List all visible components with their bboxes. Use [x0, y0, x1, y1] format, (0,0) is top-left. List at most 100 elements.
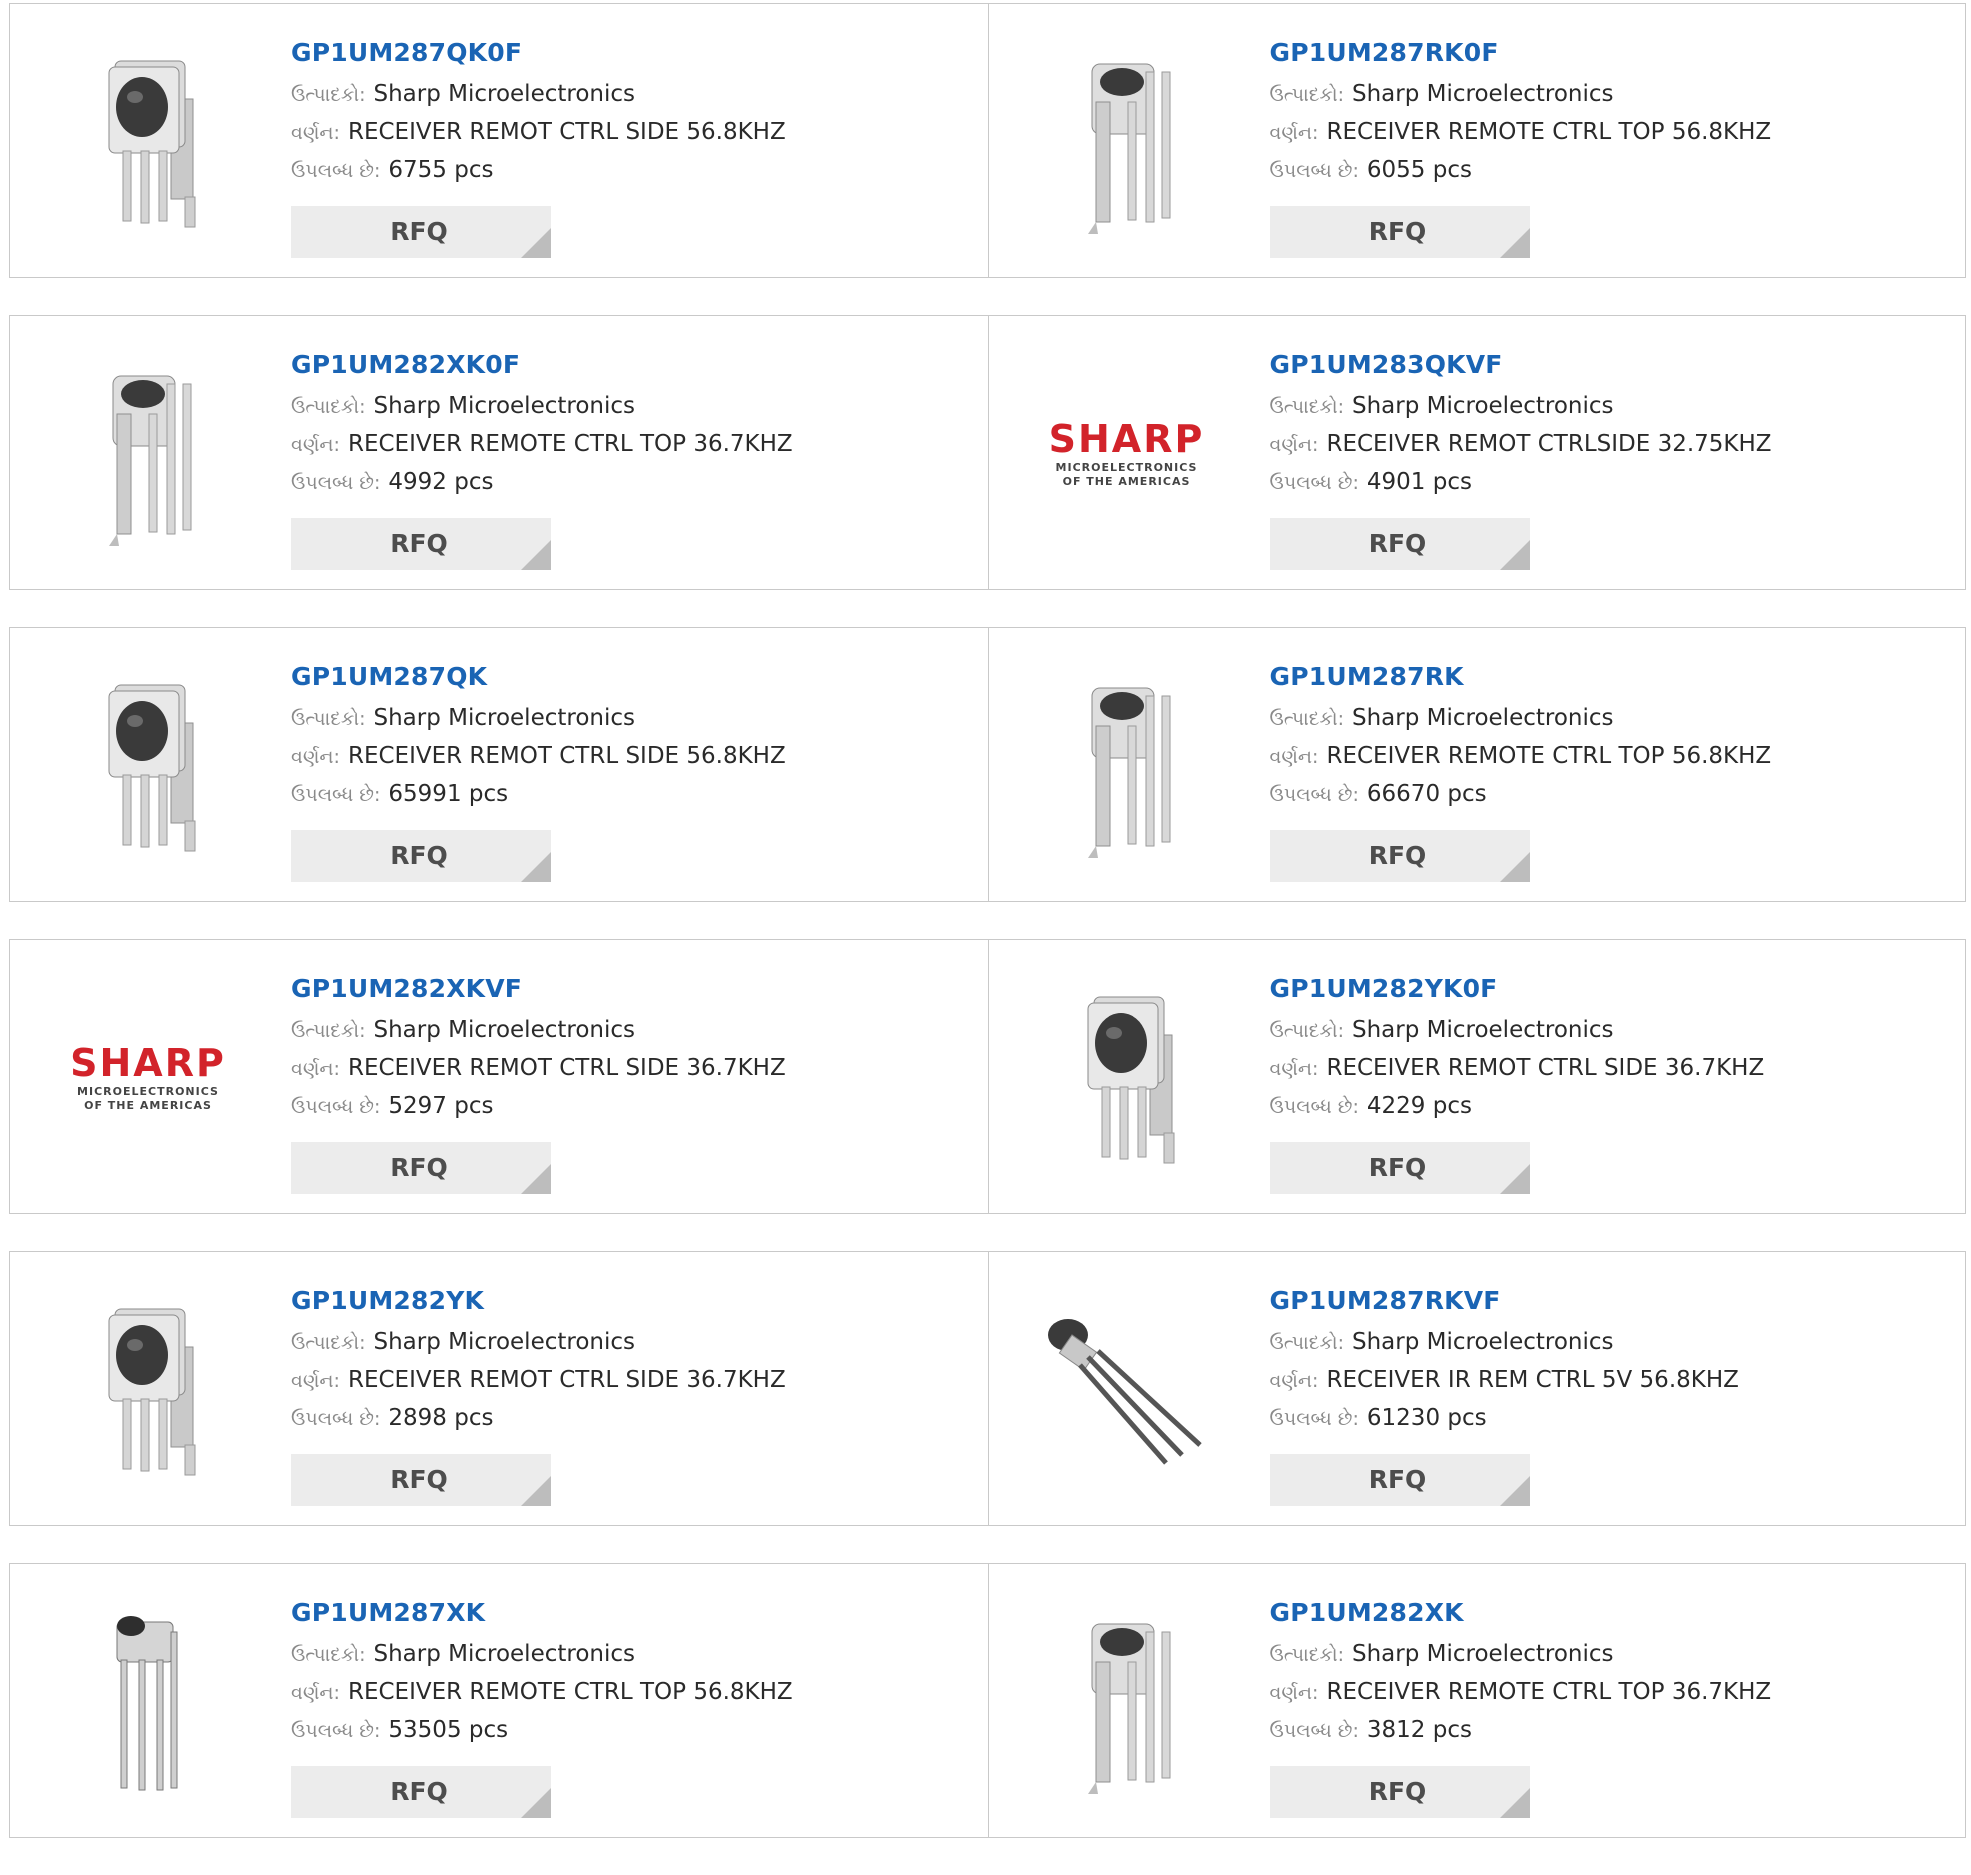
part-number-link[interactable]: GP1UM287RK0F	[1270, 36, 1956, 70]
part-number-link[interactable]: GP1UM282XKVF	[291, 972, 978, 1006]
corner-triangle-icon	[521, 1476, 551, 1506]
rfq-label: RFQ	[390, 841, 448, 870]
product-card: GP1UM287XK ઉત્પાદકો: Sharp Microelectronic…	[10, 1564, 988, 1837]
description-value: RECEIVER REMOTE CTRL TOP 36.7KHZ	[347, 431, 793, 457]
description-label: વર્ણન:	[291, 122, 340, 144]
sharp-logo-brand: SHARP	[1048, 417, 1205, 461]
stock-value: 4992 pcs	[388, 469, 494, 495]
sharp-logo-brand: SHARP	[70, 1041, 226, 1085]
rfq-button[interactable]: RFQ	[1269, 206, 1530, 258]
product-card: GP1UM287QK0F ઉત્પાદકો: Sharp Microelectron…	[10, 4, 988, 277]
part-number-link[interactable]: GP1UM287XK	[291, 1596, 978, 1630]
description-label: વર્ણન:	[1269, 1370, 1319, 1392]
product-image-link[interactable]	[48, 1290, 248, 1490]
product-image-link[interactable]	[1027, 1602, 1227, 1802]
product-info: GP1UM287QK ઉત્પાદકો: Sharp Microelectronic…	[291, 660, 978, 814]
ir-receiver-top-icon	[1052, 666, 1202, 866]
product-card: GP1UM282XK0F ઉત્પાદકો: Sharp Microelectron…	[10, 316, 988, 589]
manufacturer-value: Sharp Microelectronics	[373, 393, 635, 419]
stock-label: ઉપલબ્ધ છે:	[291, 1720, 381, 1742]
manufacturer-value: Sharp Microelectronics	[1351, 705, 1614, 731]
rfq-button[interactable]: RFQ	[291, 206, 551, 258]
description-value: RECEIVER REMOTE CTRL TOP 56.8KHZ	[1326, 119, 1772, 145]
manufacturer-value: Sharp Microelectronics	[373, 705, 635, 731]
part-number-link[interactable]: GP1UM287QK	[291, 660, 978, 694]
part-number-link[interactable]: GP1UM282YK	[291, 1284, 978, 1318]
ir-receiver-side-icon	[73, 47, 223, 237]
stock-label: ઉપલબ્ધ છે:	[1269, 1408, 1359, 1430]
description-line: વર્ણન: RECEIVER REMOT CTRLSIDE 32.75KHZ	[1270, 426, 1956, 464]
product-row: GP1UM282YK ઉત્પાદકો: Sharp Microelectronic…	[9, 1251, 1966, 1526]
description-label: વર્ણન:	[1269, 122, 1319, 144]
ir-receiver-top-icon	[1052, 1602, 1202, 1802]
rfq-button[interactable]: RFQ	[291, 1454, 551, 1506]
stock-label: ઉપલબ્ધ છે:	[291, 784, 381, 806]
product-image-link[interactable]	[1027, 978, 1227, 1178]
part-number-link[interactable]: GP1UM287QK0F	[291, 36, 978, 70]
product-image-link[interactable]	[48, 1602, 248, 1802]
rfq-button[interactable]: RFQ	[1269, 830, 1530, 882]
product-row: GP1UM282XK0F ઉત્પાદકો: Sharp Microelectron…	[9, 315, 1966, 590]
product-image-link[interactable]	[1027, 666, 1227, 866]
manufacturer-label: ઉત્પાદકો:	[1269, 1644, 1344, 1666]
stock-label: ઉપલબ્ધ છે:	[291, 1096, 381, 1118]
part-number-link[interactable]: GP1UM283QKVF	[1270, 348, 1956, 382]
rfq-label: RFQ	[390, 1465, 448, 1494]
rfq-button[interactable]: RFQ	[1269, 1766, 1530, 1818]
manufacturer-line: ઉત્પાદકો: Sharp Microelectronics	[291, 388, 978, 426]
product-card: GP1UM287RK ઉત્પાદકો: Sharp Microelectronic…	[987, 628, 1966, 901]
manufacturer-value: Sharp Microelectronics	[1351, 1329, 1614, 1355]
rfq-button[interactable]: RFQ	[1269, 518, 1530, 570]
product-image-link[interactable]	[1027, 42, 1227, 242]
manufacturer-label: ઉત્પાદકો:	[291, 1332, 366, 1354]
product-image-link[interactable]	[48, 42, 248, 242]
manufacturer-value: Sharp Microelectronics	[373, 81, 635, 107]
rfq-label: RFQ	[390, 529, 448, 558]
product-card: GP1UM282YK ઉત્પાદકો: Sharp Microelectronic…	[10, 1252, 988, 1525]
stock-value: 6055 pcs	[1366, 157, 1472, 183]
corner-triangle-icon	[1499, 1788, 1530, 1818]
stock-line: ઉપલબ્ધ છે: 5297 pcs	[291, 1088, 978, 1126]
description-label: વર્ણન:	[1269, 1682, 1319, 1704]
product-info: GP1UM287XK ઉત્પાદકો: Sharp Microelectronic…	[291, 1596, 978, 1750]
part-number-link[interactable]: GP1UM282YK0F	[1270, 972, 1956, 1006]
description-value: RECEIVER REMOT CTRL SIDE 36.7KHZ	[347, 1367, 786, 1393]
product-image-link[interactable]	[48, 666, 248, 866]
description-line: વર્ણન: RECEIVER REMOT CTRL SIDE 56.8KHZ	[291, 738, 978, 776]
product-card: SHARP MICROELECTRONICS OF THE AMERICAS GP1U…	[987, 316, 1966, 589]
manufacturer-label: ઉત્પાદકો:	[291, 1644, 366, 1666]
rfq-button[interactable]: RFQ	[291, 1142, 551, 1194]
product-image-link[interactable]	[1027, 1290, 1227, 1490]
product-image-link[interactable]: SHARP MICROELECTRONICS OF THE AMERICAS	[48, 978, 248, 1178]
description-value: RECEIVER REMOT CTRL SIDE 56.8KHZ	[347, 119, 786, 145]
part-number-link[interactable]: GP1UM282XK	[1270, 1596, 1956, 1630]
product-info: GP1UM287RKVF ઉત્પાદકો: Sharp Microelectron…	[1270, 1284, 1956, 1438]
rfq-button[interactable]: RFQ	[1269, 1142, 1530, 1194]
product-image-link[interactable]	[48, 354, 248, 554]
stock-value: 65991 pcs	[388, 781, 509, 807]
description-line: વર્ણન: RECEIVER REMOT CTRL SIDE 36.7KHZ	[291, 1050, 978, 1088]
manufacturer-label: ઉત્પાદકો:	[291, 84, 366, 106]
manufacturer-line: ઉત્પાદકો: Sharp Microelectronics	[1270, 76, 1956, 114]
manufacturer-line: ઉત્પાદકો: Sharp Microelectronics	[291, 1636, 978, 1674]
product-info: GP1UM282XK ઉત્પાદકો: Sharp Microelectronic…	[1270, 1596, 1956, 1750]
manufacturer-line: ઉત્પાદકો: Sharp Microelectronics	[291, 700, 978, 738]
product-info: GP1UM282XK0F ઉત્પાદકો: Sharp Microelectron…	[291, 348, 978, 502]
rfq-button[interactable]: RFQ	[291, 518, 551, 570]
product-image-link[interactable]: SHARP MICROELECTRONICS OF THE AMERICAS	[1027, 354, 1227, 554]
part-number-link[interactable]: GP1UM287RK	[1270, 660, 1956, 694]
product-card: GP1UM287RKVF ઉત્પાદકો: Sharp Microelectron…	[987, 1252, 1966, 1525]
rfq-label: RFQ	[390, 217, 448, 246]
manufacturer-value: Sharp Microelectronics	[1351, 1017, 1614, 1043]
stock-label: ઉપલબ્ધ છે:	[1269, 784, 1359, 806]
rfq-button[interactable]: RFQ	[291, 830, 551, 882]
part-number-link[interactable]: GP1UM287RKVF	[1270, 1284, 1956, 1318]
ir-receiver-side-icon	[1052, 983, 1202, 1173]
part-number-link[interactable]: GP1UM282XK0F	[291, 348, 978, 382]
rfq-button[interactable]: RFQ	[1269, 1454, 1530, 1506]
manufacturer-label: ઉત્પાદકો:	[291, 708, 366, 730]
rfq-button[interactable]: RFQ	[291, 1766, 551, 1818]
product-row: GP1UM287QK ઉત્પાદકો: Sharp Microelectronic…	[9, 627, 1966, 902]
description-line: વર્ણન: RECEIVER REMOTE CTRL TOP 56.8KHZ	[291, 1674, 978, 1712]
ir-receiver-top-icon	[73, 354, 223, 554]
